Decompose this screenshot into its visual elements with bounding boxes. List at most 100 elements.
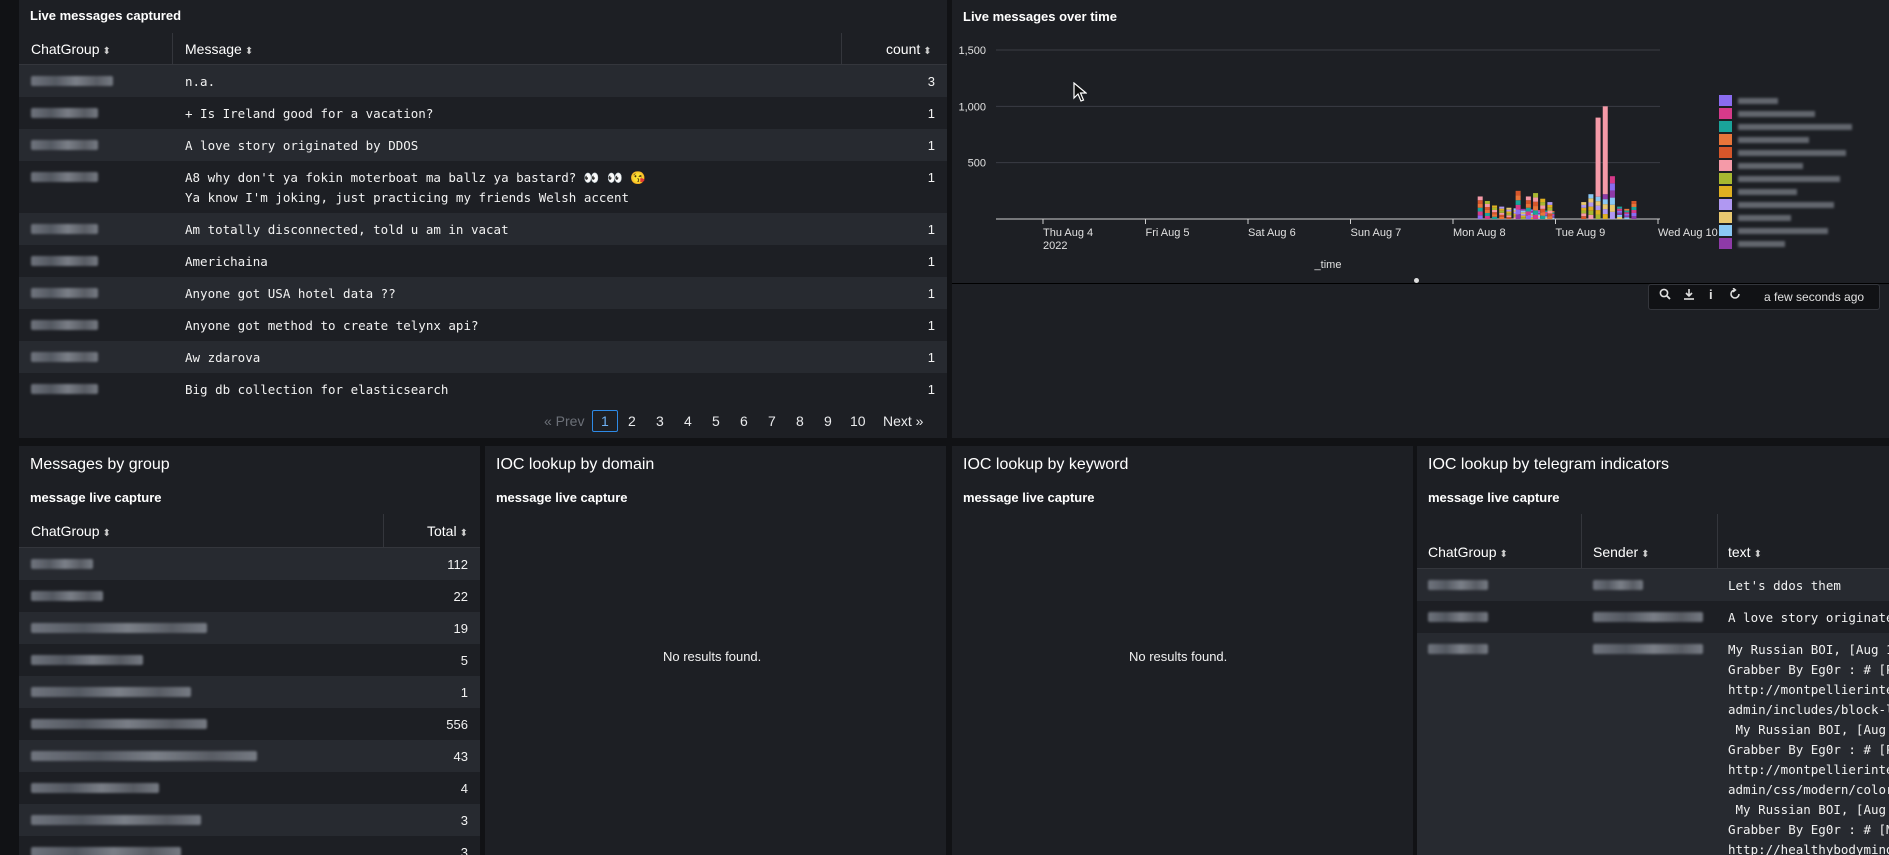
page-button-1[interactable]: 1 xyxy=(592,410,618,432)
bar-segment xyxy=(1533,206,1539,211)
total-cell: 112 xyxy=(447,557,468,572)
bar-segment xyxy=(1525,207,1531,212)
column-label: ChatGroup xyxy=(1428,544,1497,560)
table-row[interactable]: Aw zdarova 1 xyxy=(19,341,947,373)
total-cell: 556 xyxy=(446,717,468,732)
bar-segment xyxy=(1515,214,1521,219)
table-row[interactable]: 5 xyxy=(19,644,480,676)
panel-title: IOC lookup by domain xyxy=(496,456,655,473)
table-row[interactable]: 3 xyxy=(19,836,480,855)
bar-segment xyxy=(1499,206,1505,209)
bar-segment xyxy=(1602,106,1608,195)
page-button-3[interactable]: 3 xyxy=(656,413,664,429)
bar-segment xyxy=(1525,196,1531,201)
bar-segment xyxy=(1525,200,1531,204)
table-row[interactable]: 112 xyxy=(19,548,480,580)
table-row[interactable]: 19 xyxy=(19,612,480,644)
page-button-9[interactable]: 9 xyxy=(824,413,832,429)
table-row[interactable]: n.a. 3 xyxy=(19,65,947,97)
redacted-chatgroup xyxy=(31,751,257,761)
total-cell: 4 xyxy=(460,781,468,796)
page-button-5[interactable]: 5 xyxy=(712,413,720,429)
page-button-7[interactable]: 7 xyxy=(768,413,776,429)
column-header-text[interactable]: text ⬍ xyxy=(1728,544,1762,560)
bar-segment xyxy=(1540,205,1546,209)
table-row[interactable]: Am totally disconnected, told u am in va… xyxy=(19,213,947,245)
table-row[interactable]: 4 xyxy=(19,772,480,804)
stacked-bar-chart[interactable]: 500 1,000 1,500 Thu Aug 4 Fri Aug 5 Sat Aug 6… xyxy=(952,0,1889,282)
page-button-6[interactable]: 6 xyxy=(740,413,748,429)
count-cell: 1 xyxy=(927,382,935,397)
sort-icon: ⬍ xyxy=(1499,549,1508,560)
table-row[interactable]: Anyone got USA hotel data ?? 1 xyxy=(19,277,947,309)
text-cell: Let's ddos them xyxy=(1728,578,1841,593)
sort-icon: ⬍ xyxy=(102,528,111,539)
table-row[interactable]: + Is Ireland good for a vacation? 1 xyxy=(19,97,947,129)
table-row[interactable]: A love story originated by DDOS 1 xyxy=(19,129,947,161)
bar-segment xyxy=(1477,200,1483,204)
sort-icon: ⬍ xyxy=(923,46,932,57)
message-cell: Big db collection for elasticsearch xyxy=(185,382,449,397)
table-row[interactable]: 43 xyxy=(19,740,480,772)
table-row[interactable]: 1 xyxy=(19,676,480,708)
table-header: ChatGroup ⬍ Sender ⬍ text ⬍ xyxy=(1417,514,1889,569)
page-button-8[interactable]: 8 xyxy=(796,413,804,429)
bar-segment xyxy=(1581,207,1587,211)
next-page-button[interactable]: Next » xyxy=(883,413,923,429)
legend-label-redacted xyxy=(1738,176,1840,182)
column-header-chatgroup[interactable]: ChatGroup ⬍ xyxy=(1428,544,1508,560)
table-row[interactable]: A8 why don't ya fokin moterboat ma ballz… xyxy=(19,161,947,213)
column-header-total[interactable]: Total ⬍ xyxy=(427,523,468,539)
refresh-icon[interactable] xyxy=(1729,287,1741,303)
table-row[interactable]: My Russian BOI, [Aug 1 Grabber By Eg0r :… xyxy=(1417,633,1889,855)
bar-segment xyxy=(1492,205,1498,208)
bar-segment xyxy=(1624,217,1630,219)
bar-segment xyxy=(1477,203,1483,208)
redacted-chatgroup xyxy=(31,623,207,633)
bar-segment xyxy=(1533,210,1539,215)
column-header-message[interactable]: Message ⬍ xyxy=(185,41,253,57)
column-header-sender[interactable]: Sender ⬍ xyxy=(1593,544,1650,560)
redacted-chatgroup xyxy=(1428,580,1488,590)
legend-label-redacted xyxy=(1738,98,1778,104)
bar-segment xyxy=(1533,193,1539,198)
panel-title: IOC lookup by keyword xyxy=(963,456,1129,473)
ioc-telegram-panel: IOC lookup by telegram indicators messag… xyxy=(1417,446,1889,855)
legend-swatch xyxy=(1719,173,1732,184)
table-row[interactable]: 556 xyxy=(19,708,480,740)
text-line: http://montpellierinte xyxy=(1728,682,1889,697)
column-header-chatgroup[interactable]: ChatGroup ⬍ xyxy=(31,41,111,57)
redacted-chatgroup xyxy=(31,384,98,394)
redacted-chatgroup xyxy=(31,108,98,118)
column-label: Total xyxy=(427,523,457,539)
column-header-count[interactable]: count ⬍ xyxy=(886,41,932,57)
info-icon[interactable]: i xyxy=(1709,287,1713,302)
bar-segment xyxy=(1506,217,1512,219)
bar-segment xyxy=(1547,204,1553,208)
legend-label-redacted xyxy=(1738,189,1797,195)
page-button-4[interactable]: 4 xyxy=(684,413,692,429)
page-button-10[interactable]: 10 xyxy=(850,413,866,429)
no-results-message: No results found. xyxy=(663,649,762,664)
column-divider xyxy=(1581,514,1582,568)
panel-subtitle: message live capture xyxy=(1428,490,1560,505)
table-row[interactable]: 22 xyxy=(19,580,480,612)
table-row[interactable]: Americhaina 1 xyxy=(19,245,947,277)
bar-segment xyxy=(1602,194,1608,200)
bar-segment xyxy=(1624,213,1630,216)
x-tick-label: Sun Aug 7 xyxy=(1351,227,1402,239)
column-header-chatgroup[interactable]: ChatGroup ⬍ xyxy=(31,523,111,539)
table-row[interactable]: A love story originate xyxy=(1417,601,1889,633)
table-row[interactable]: 3 xyxy=(19,804,480,836)
page-button-2[interactable]: 2 xyxy=(628,413,636,429)
bar-segment xyxy=(1499,212,1505,215)
redacted-chatgroup xyxy=(31,847,181,855)
prev-page-button[interactable]: « Prev xyxy=(544,413,584,429)
resize-handle[interactable] xyxy=(1414,278,1419,283)
download-icon[interactable] xyxy=(1683,288,1695,303)
panel-subtitle: message live capture xyxy=(963,490,1095,505)
table-row[interactable]: Let's ddos them xyxy=(1417,569,1889,601)
table-row[interactable]: Big db collection for elasticsearch 1 xyxy=(19,373,947,405)
search-icon[interactable] xyxy=(1659,288,1671,303)
table-row[interactable]: Anyone got method to create telynx api? … xyxy=(19,309,947,341)
